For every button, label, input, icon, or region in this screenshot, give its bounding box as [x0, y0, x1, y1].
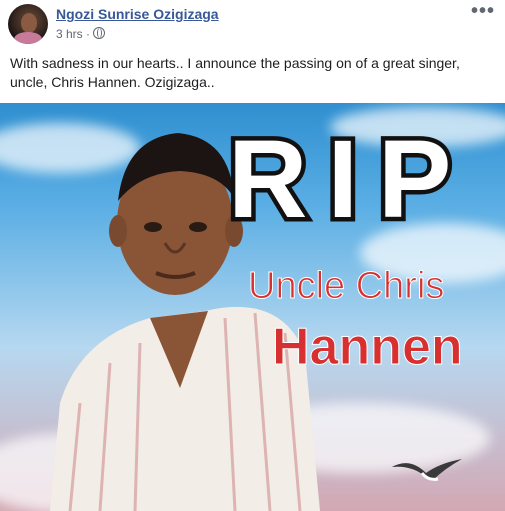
globe-icon[interactable] — [93, 27, 106, 39]
rip-name-line2: Hannen — [272, 318, 464, 377]
author-avatar[interactable] — [8, 4, 48, 44]
post-time-link[interactable]: 3 hrs — [56, 27, 83, 41]
flying-bird — [392, 459, 462, 481]
meta-separator: · — [86, 27, 91, 41]
rip-title: RIP — [223, 118, 472, 241]
post-meta: 3 hrs · — [56, 27, 106, 41]
avatar-clothing — [14, 32, 42, 44]
post-header: Ngozi Sunrise Ozigizaga 3 hrs · ••• — [0, 0, 505, 50]
post-photo[interactable]: RIP Uncle Chris Hannen — [0, 103, 505, 511]
facebook-post: Ngozi Sunrise Ozigizaga 3 hrs · ••• With… — [0, 0, 505, 511]
avatar-face — [21, 13, 37, 33]
author-name-link[interactable]: Ngozi Sunrise Ozigizaga — [56, 6, 219, 22]
rip-name-line1: Uncle Chris — [247, 265, 445, 308]
post-text: With sadness in our hearts.. I announce … — [10, 55, 460, 90]
more-options-icon[interactable]: ••• — [471, 0, 495, 23]
